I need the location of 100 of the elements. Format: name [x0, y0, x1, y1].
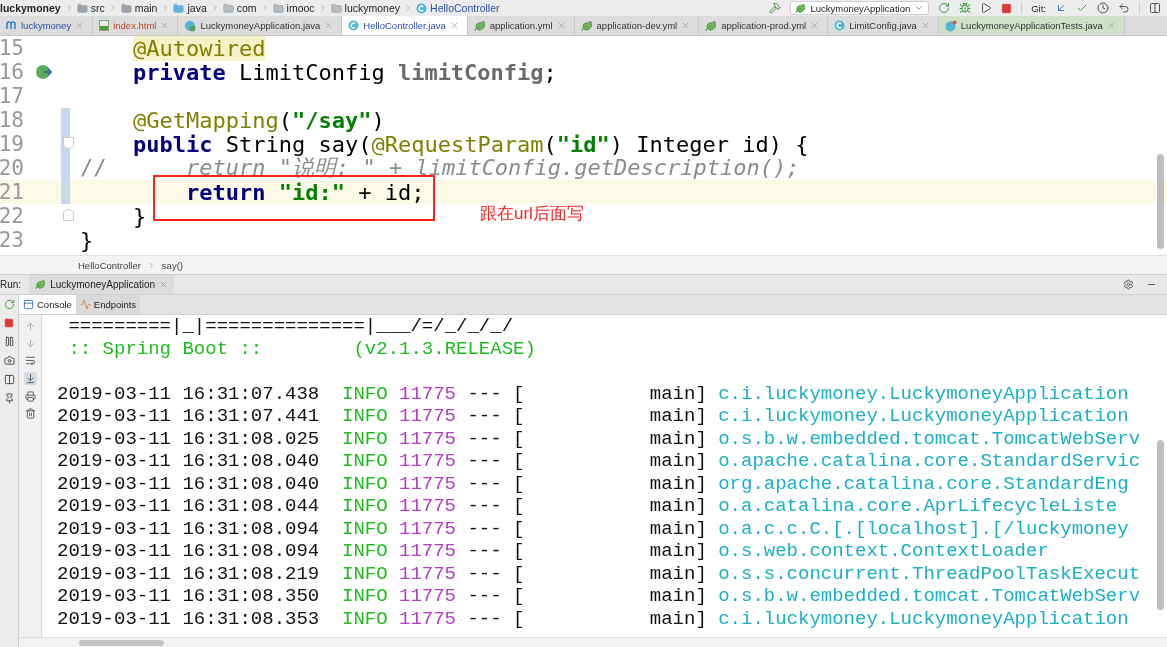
file-tab[interactable]: LuckymoneyApplicationTests.java	[938, 16, 1125, 35]
run-configuration-dropdown[interactable]: LuckymoneyApplication	[790, 1, 930, 15]
log-level: INFO	[342, 495, 389, 518]
test-class-icon	[944, 19, 957, 32]
fold-marker[interactable]	[63, 137, 74, 149]
close-icon[interactable]	[160, 21, 170, 30]
log-thread: main]	[649, 540, 708, 563]
log-level: INFO	[342, 540, 389, 563]
line-number: 19	[0, 132, 24, 156]
run-tab[interactable]: LuckymoneyApplication	[29, 275, 175, 294]
bug-icon[interactable]	[959, 2, 972, 14]
breadcrumb-item[interactable]: HelloController	[430, 2, 500, 14]
close-icon[interactable]	[449, 21, 459, 30]
log-level: INFO	[342, 607, 389, 630]
log-separator: --- [	[467, 450, 526, 473]
console-tab[interactable]: Endpoints	[75, 295, 141, 314]
log-separator: --- [	[467, 540, 526, 563]
pin-icon[interactable]	[3, 393, 15, 404]
rerun-icon[interactable]	[3, 299, 15, 310]
breadcrumb-item[interactable]: src	[90, 2, 105, 14]
caret-icon	[914, 3, 925, 13]
log-pid: 11775	[399, 517, 457, 540]
log-pid: 11775	[399, 405, 457, 428]
log-time: 2019-03-11 16:31:08.040	[57, 472, 321, 495]
close-icon[interactable]	[810, 21, 820, 30]
log-separator: --- [	[467, 562, 526, 585]
log-thread: main]	[649, 607, 708, 630]
console-tab[interactable]: Console	[19, 295, 76, 314]
coverage-icon[interactable]	[980, 2, 993, 14]
breadcrumb-item[interactable]: main	[134, 2, 158, 14]
log-logger: o.s.b.w.embedded.tomcat.TomcatWebServ	[718, 427, 1140, 450]
pause-icon[interactable]	[3, 336, 15, 347]
log-pid: 11775	[399, 585, 457, 608]
stop-icon[interactable]	[1001, 2, 1013, 14]
log-level: INFO	[342, 562, 389, 585]
log-time: 2019-03-11 16:31:07.441	[57, 405, 321, 428]
camera-icon[interactable]	[3, 355, 15, 366]
close-icon[interactable]	[75, 21, 85, 30]
log-logger: o.s.web.context.ContextLoader	[718, 540, 1050, 563]
log-time: 2019-03-11 16:31:08.040	[57, 450, 321, 473]
folder-icon	[222, 2, 234, 14]
log-thread: main]	[649, 472, 708, 495]
code-line: return "id:" + id;	[185, 179, 425, 205]
rerun-icon[interactable]	[938, 2, 951, 14]
trash-icon[interactable]	[24, 408, 36, 419]
scrollbar[interactable]	[1157, 154, 1164, 249]
log-thread: main]	[649, 585, 708, 608]
hammer-icon[interactable]	[769, 2, 782, 14]
bean-icon[interactable]	[35, 64, 53, 80]
log-time: 2019-03-11 16:31:08.219	[57, 562, 321, 585]
fold-marker[interactable]	[63, 209, 74, 221]
scroll-to-end-button[interactable]	[23, 372, 37, 385]
log-thread: main]	[649, 517, 708, 540]
close-icon[interactable]	[681, 21, 691, 30]
log-level: INFO	[342, 405, 389, 428]
print-icon[interactable]	[24, 391, 36, 402]
log-pid: 11775	[399, 472, 457, 495]
scrollbar[interactable]	[79, 639, 164, 646]
stop-icon[interactable]	[4, 318, 14, 328]
log-level: INFO	[342, 585, 389, 608]
soft-wrap-icon[interactable]	[24, 355, 36, 366]
breadcrumb-item[interactable]: say()	[161, 259, 183, 271]
breadcrumb-item[interactable]: HelloController	[78, 259, 141, 271]
class-icon	[348, 20, 360, 31]
scrollbar[interactable]	[1157, 440, 1164, 610]
close-icon[interactable]	[920, 21, 930, 30]
log-logger: c.i.luckymoney.LuckymoneyApplication	[718, 405, 1130, 428]
line-number: 18	[0, 108, 24, 132]
close-icon[interactable]	[556, 21, 566, 30]
close-icon[interactable]	[1106, 21, 1116, 30]
file-tab[interactable]: HelloController.java	[342, 16, 468, 35]
settings-icon[interactable]	[1123, 279, 1134, 290]
revert-icon[interactable]	[1118, 2, 1130, 14]
breadcrumb-item[interactable]: com	[236, 2, 257, 14]
close-icon[interactable]	[159, 280, 169, 289]
log-level: INFO	[342, 450, 389, 473]
endpoints-icon	[79, 299, 91, 310]
line-number: 17	[0, 84, 24, 108]
history-icon[interactable]	[1097, 2, 1109, 14]
project-structure-icon[interactable]	[1149, 2, 1161, 14]
log-separator: --- [	[467, 517, 526, 540]
log-time: 2019-03-11 16:31:08.094	[57, 517, 321, 540]
console-line: :: Spring Boot :: (v2.1.3.RELEASE)	[67, 337, 537, 360]
commit-icon[interactable]	[1076, 2, 1088, 14]
close-icon[interactable]	[324, 21, 334, 30]
log-thread: main]	[649, 405, 708, 428]
layout-icon[interactable]	[3, 374, 15, 385]
log-separator: --- [	[467, 472, 526, 495]
down-arrow-icon[interactable]	[24, 338, 36, 349]
leaf-icon	[580, 19, 593, 32]
up-arrow-icon[interactable]	[24, 321, 36, 332]
log-separator: --- [	[467, 607, 526, 630]
log-logger: o.s.s.concurrent.ThreadPoolTaskExecut	[718, 562, 1140, 585]
breadcrumb-item[interactable]: imooc	[286, 2, 315, 14]
breadcrumb-item[interactable]: luckymoney	[344, 2, 401, 14]
breadcrumb-item[interactable]: luckymoney	[0, 2, 61, 14]
update-icon[interactable]	[1055, 2, 1067, 14]
log-logger: c.i.luckymoney.LuckymoneyApplication	[718, 607, 1130, 630]
log-thread: main]	[649, 427, 708, 450]
breadcrumb-item[interactable]: java	[187, 2, 207, 14]
